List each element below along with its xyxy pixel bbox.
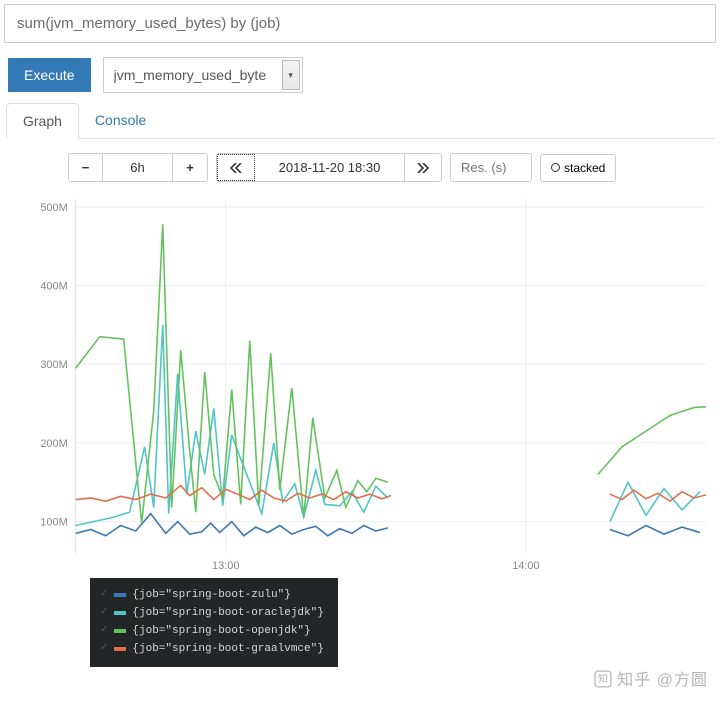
stacked-toggle[interactable]: stacked <box>540 154 616 182</box>
legend-swatch <box>114 647 126 651</box>
legend-label: {job="spring-boot-zulu"} <box>132 586 290 604</box>
series-spring-boot-openjdk[interactable] <box>76 224 388 523</box>
tabs: Graph Console <box>6 103 714 139</box>
svg-text:100M: 100M <box>40 517 67 529</box>
check-icon: ✓ <box>100 587 108 604</box>
stacked-label: stacked <box>564 161 605 175</box>
legend-item[interactable]: ✓ {job="spring-boot-graalvmce"} <box>100 640 324 658</box>
range-plus-button[interactable]: + <box>173 154 207 181</box>
legend-item[interactable]: ✓ {job="spring-boot-zulu"} <box>100 586 324 604</box>
series-spring-boot-openjdk[interactable] <box>598 407 706 475</box>
series-spring-boot-oraclejdk[interactable] <box>610 482 700 521</box>
legend-label: {job="spring-boot-oraclejdk"} <box>132 604 323 622</box>
legend-swatch <box>114 593 126 597</box>
range-minus-button[interactable]: − <box>69 154 103 181</box>
svg-text:200M: 200M <box>40 438 67 450</box>
chevron-down-icon[interactable]: ▾ <box>282 60 300 90</box>
resolution-input[interactable] <box>450 153 532 182</box>
graph-panel: − 6h + 2018-11-20 18:30 stacked 100M 200M… <box>0 139 720 588</box>
series-spring-boot-zulu[interactable] <box>76 514 388 536</box>
query-input[interactable]: sum(jvm_memory_used_bytes) by (job) <box>4 4 716 43</box>
svg-text:14:00: 14:00 <box>512 560 539 572</box>
watermark: 知 知乎 @方圆 <box>594 666 708 690</box>
controls-row: Execute ▾ <box>0 51 720 101</box>
chart-area: 100M200M300M400M500M13:0014:00 ✓{job="sp… <box>14 192 710 582</box>
chart-toolbar: − 6h + 2018-11-20 18:30 stacked <box>68 153 714 182</box>
datetime-display[interactable]: 2018-11-20 18:30 <box>255 154 405 181</box>
svg-text:400M: 400M <box>40 281 67 293</box>
series-spring-boot-zulu[interactable] <box>610 526 700 536</box>
double-chevron-right-icon <box>417 163 429 173</box>
legend-label: {job="spring-boot-openjdk"} <box>132 622 310 640</box>
double-chevron-left-icon <box>230 163 242 173</box>
metric-select-value[interactable] <box>104 59 302 91</box>
check-icon: ✓ <box>100 641 108 658</box>
range-display[interactable]: 6h <box>103 154 173 181</box>
execute-button[interactable]: Execute <box>8 58 91 92</box>
time-prev-button[interactable] <box>217 154 255 181</box>
svg-text:知: 知 <box>598 672 608 685</box>
svg-text:500M: 500M <box>40 202 67 214</box>
time-next-button[interactable] <box>405 154 441 181</box>
metric-select[interactable]: ▾ <box>103 57 303 93</box>
svg-text:13:00: 13:00 <box>212 560 239 572</box>
zhihu-icon: 知 <box>594 670 612 688</box>
check-icon: ✓ <box>100 605 108 622</box>
circle-icon <box>551 163 560 172</box>
tab-console[interactable]: Console <box>79 103 162 138</box>
tab-graph[interactable]: Graph <box>6 103 79 139</box>
legend-swatch <box>114 629 126 633</box>
legend-item[interactable]: ✓ {job="spring-boot-openjdk"} <box>100 622 324 640</box>
legend: ✓ {job="spring-boot-zulu"} ✓ {job="spring-b… <box>90 578 338 667</box>
legend-swatch <box>114 611 126 615</box>
legend-label: {job="spring-boot-graalvmce"} <box>132 640 323 658</box>
legend-item[interactable]: ✓ {job="spring-boot-oraclejdk"} <box>100 604 324 622</box>
check-icon: ✓ <box>100 623 108 640</box>
line-chart[interactable]: 100M 200M 300M 400M 500M 13:00 14:00 <box>14 192 710 582</box>
svg-text:300M: 300M <box>40 359 67 371</box>
